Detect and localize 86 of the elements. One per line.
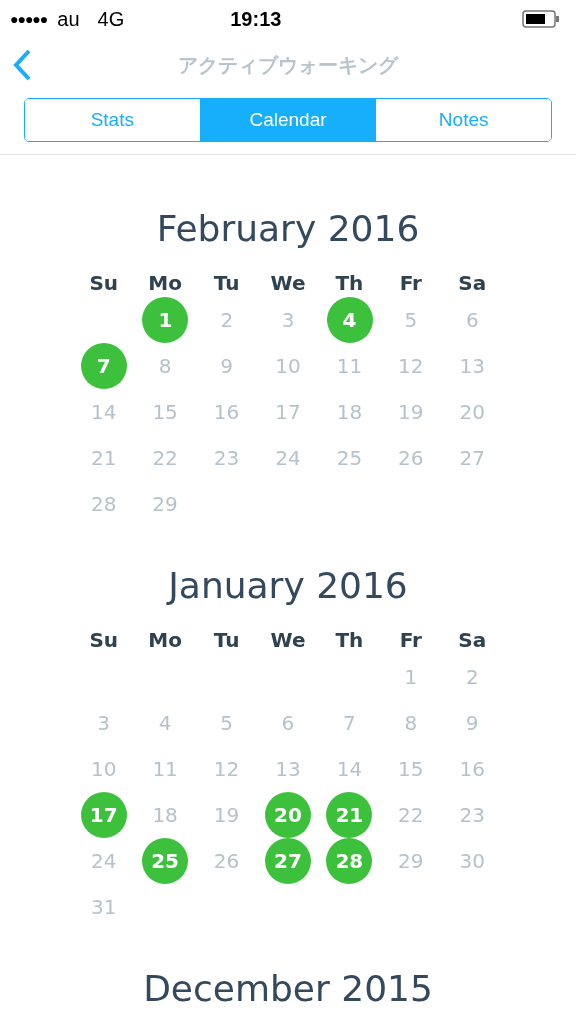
weekday-label: Th bbox=[335, 270, 364, 297]
screen-title: アクティブウォーキング bbox=[178, 52, 398, 79]
month-title: February 2016 bbox=[156, 207, 420, 251]
calendar-day[interactable]: 24 bbox=[90, 846, 117, 876]
weekday-label: Th bbox=[335, 627, 364, 654]
calendar-day[interactable]: 10 bbox=[275, 351, 301, 381]
calendar-day[interactable]: 16 bbox=[459, 754, 485, 784]
month-title: December 2015 bbox=[143, 967, 433, 1011]
calendar-day[interactable]: 3 bbox=[281, 305, 295, 335]
calendar-day[interactable]: 23 bbox=[459, 800, 485, 830]
calendar-day[interactable]: 29 bbox=[152, 489, 178, 519]
calendar-day[interactable]: 3 bbox=[97, 708, 111, 738]
active-day[interactable]: 1 bbox=[142, 297, 189, 343]
weekday-label: Tu bbox=[213, 270, 240, 297]
calendar-day[interactable]: 28 bbox=[90, 489, 117, 519]
calendar-day[interactable]: 27 bbox=[459, 443, 485, 473]
calendar-day[interactable]: 19 bbox=[213, 800, 240, 830]
active-day[interactable]: 25 bbox=[142, 838, 189, 884]
calendar-day[interactable]: 26 bbox=[398, 443, 424, 473]
calendar-day[interactable]: 8 bbox=[404, 708, 418, 738]
segment-tab[interactable]: Notes bbox=[375, 99, 551, 141]
weekday-label: Fr bbox=[399, 270, 422, 297]
weekday-label: Sa bbox=[458, 627, 487, 654]
calendar-day[interactable]: 12 bbox=[213, 754, 240, 784]
calendar-day[interactable]: 13 bbox=[459, 351, 485, 381]
weekday-label: Sa bbox=[458, 270, 487, 297]
calendar-day[interactable]: 19 bbox=[398, 397, 424, 427]
calendar-day[interactable]: 22 bbox=[152, 443, 178, 473]
calendar-day[interactable]: 23 bbox=[213, 443, 240, 473]
calendar-day[interactable]: 4 bbox=[158, 708, 172, 738]
calendar-day[interactable]: 13 bbox=[275, 754, 301, 784]
calendar-day[interactable]: 18 bbox=[152, 800, 178, 830]
weekday-label: Tu bbox=[213, 627, 240, 654]
calendar-day[interactable]: 16 bbox=[213, 397, 240, 427]
calendar-day[interactable]: 5 bbox=[220, 708, 233, 738]
calendar-day[interactable]: 30 bbox=[459, 846, 485, 876]
calendar-day[interactable]: 12 bbox=[398, 351, 424, 381]
calendar-day[interactable]: 21 bbox=[90, 443, 117, 473]
active-day[interactable]: 20 bbox=[264, 792, 311, 838]
calendar-day[interactable]: 25 bbox=[336, 443, 363, 473]
calendar-day[interactable]: 14 bbox=[90, 397, 117, 427]
calendar-day[interactable]: 11 bbox=[336, 351, 363, 381]
calendar-day[interactable]: 5 bbox=[404, 305, 418, 335]
calendar-day[interactable]: 26 bbox=[213, 846, 240, 876]
active-day[interactable]: 28 bbox=[326, 838, 373, 884]
calendar-day[interactable]: 29 bbox=[398, 846, 424, 876]
calendar-day[interactable]: 2 bbox=[465, 662, 479, 692]
month-title: January 2016 bbox=[168, 564, 408, 608]
calendar-day[interactable]: 6 bbox=[281, 708, 295, 738]
network-label: 4G bbox=[97, 7, 125, 32]
segment-tab[interactable]: Calendar bbox=[199, 99, 376, 141]
calendar-day[interactable]: 9 bbox=[465, 708, 479, 738]
weekday-label: We bbox=[270, 627, 306, 654]
weekday-label: We bbox=[270, 270, 306, 297]
calendar-day[interactable]: 7 bbox=[343, 708, 356, 738]
calendar-day[interactable]: 31 bbox=[90, 892, 117, 922]
calendar-day[interactable]: 14 bbox=[336, 754, 363, 784]
active-day[interactable]: 17 bbox=[80, 792, 127, 838]
calendar-day[interactable]: 9 bbox=[220, 351, 233, 381]
calendar-day[interactable]: 15 bbox=[152, 397, 178, 427]
calendar-day[interactable]: 2 bbox=[220, 305, 234, 335]
active-day[interactable]: 7 bbox=[80, 343, 127, 389]
calendar-day[interactable]: 6 bbox=[465, 305, 479, 335]
active-day[interactable]: 4 bbox=[326, 297, 373, 343]
calendar-day[interactable]: 11 bbox=[152, 754, 178, 784]
calendar-day[interactable]: 15 bbox=[398, 754, 424, 784]
active-day[interactable]: 21 bbox=[326, 792, 373, 838]
weekday-label: Mo bbox=[148, 270, 182, 297]
battery-icon bbox=[522, 10, 560, 28]
calendar-day[interactable]: 18 bbox=[336, 397, 363, 427]
signal-dots: ●●●●● bbox=[10, 9, 48, 29]
calendar-day[interactable]: 22 bbox=[398, 800, 424, 830]
carrier-label: au bbox=[57, 7, 80, 32]
active-day[interactable]: 27 bbox=[264, 838, 311, 884]
weekday-label: Su bbox=[89, 270, 119, 297]
weekday-label: Fr bbox=[399, 627, 422, 654]
back-chevron-icon bbox=[12, 49, 32, 81]
calendar-day[interactable]: 1 bbox=[404, 662, 418, 692]
calendar-day[interactable]: 17 bbox=[275, 397, 301, 427]
calendar-day[interactable]: 20 bbox=[459, 397, 485, 427]
calendar-day[interactable]: 8 bbox=[158, 351, 172, 381]
calendar-day[interactable]: 24 bbox=[275, 443, 301, 473]
weekday-label: Su bbox=[89, 627, 119, 654]
clock-time: 19:13 bbox=[230, 7, 282, 32]
weekday-label: Mo bbox=[148, 627, 182, 654]
calendar-day[interactable]: 10 bbox=[90, 754, 117, 784]
